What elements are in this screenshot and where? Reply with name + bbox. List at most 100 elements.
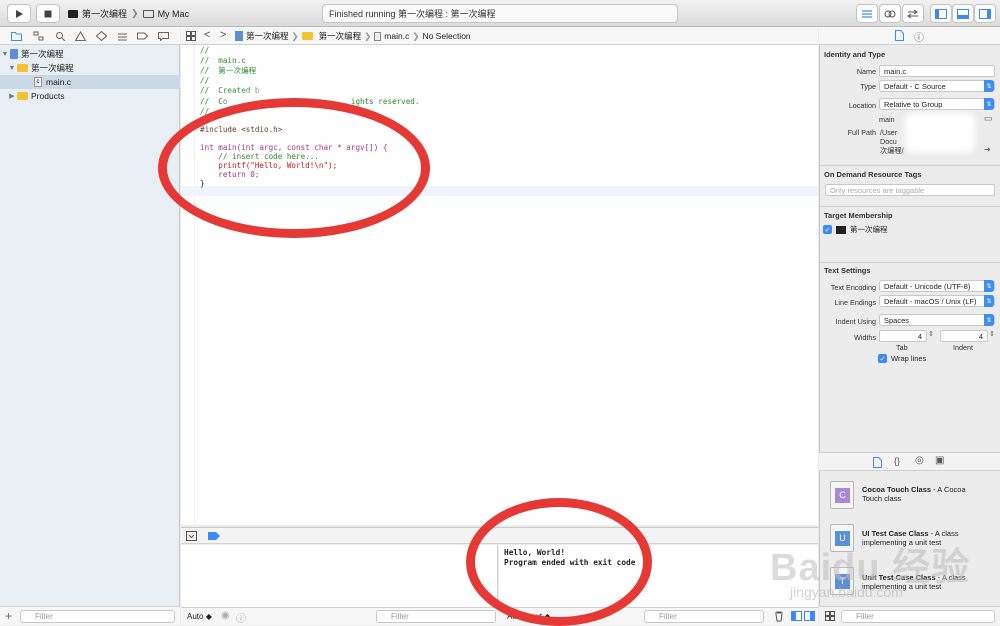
report-icon[interactable] <box>158 31 169 41</box>
c-file-icon: c <box>34 77 42 87</box>
filter-placeholder: Filter <box>391 612 409 621</box>
hide-debug-icon[interactable] <box>186 531 197 541</box>
popup-arrows-icon: ⇅ <box>984 295 994 307</box>
code-line: // 第一次编程 <box>200 66 257 75</box>
standard-editor-button[interactable] <box>856 4 878 23</box>
code-snippet-icon[interactable]: {} <box>894 456 900 466</box>
console-filter-input[interactable]: Filter <box>644 610 764 623</box>
nav-item-products[interactable]: ▶ Products <box>0 89 180 103</box>
disclosure-closed-icon[interactable]: ▶ <box>7 92 17 100</box>
auto-selector[interactable]: Auto ◆ <box>187 612 212 621</box>
line-endings-popup[interactable]: Default - macOS / Unix (LF) ⇅ <box>879 295 995 307</box>
back-icon[interactable]: < <box>204 29 210 41</box>
odr-placeholder: Only resources are taggable <box>830 185 925 195</box>
add-icon[interactable]: + <box>5 609 12 623</box>
rings-icon <box>884 10 896 17</box>
redaction-blur <box>258 80 338 94</box>
grid-icon[interactable] <box>186 31 196 41</box>
breadcrumb-item[interactable]: main.c <box>384 31 409 41</box>
toggle-inspector-button[interactable] <box>974 4 996 23</box>
breakpoint-icon[interactable] <box>137 31 148 41</box>
split-view-right-icon[interactable] <box>804 611 815 621</box>
fullpath-line: Docu <box>880 137 897 146</box>
tab-width-field[interactable]: 4 <box>879 330 927 342</box>
diamond-icon[interactable] <box>96 31 107 41</box>
line-endings-value: Default - macOS / Unix (LF) <box>884 296 977 306</box>
stepper-icon[interactable]: ⇕ <box>928 330 934 338</box>
version-editor-button[interactable] <box>902 4 924 23</box>
field-label: Location <box>848 101 876 110</box>
wrap-lines-checkbox[interactable]: ✓ Wrap lines <box>878 354 926 363</box>
breadcrumb-item[interactable]: No Selection <box>422 31 470 41</box>
divider <box>819 206 1000 207</box>
project-icon <box>235 31 243 41</box>
location-popup[interactable]: Relative to Group ⇅ <box>879 98 995 110</box>
disclosure-open-icon[interactable]: ▼ <box>7 65 17 72</box>
indent-using-popup[interactable]: Spaces ⇅ <box>879 314 995 326</box>
split-view-left-icon[interactable] <box>791 611 802 621</box>
baidu-watermark: Baidu 经验 <box>770 547 971 589</box>
stepper-icon[interactable]: ⇕ <box>989 330 995 338</box>
debug-gauge-icon[interactable] <box>117 31 128 41</box>
section-title: Text Settings <box>824 266 871 275</box>
object-library-icon[interactable]: ◎ <box>915 455 924 466</box>
library-selector-bar: {} ◎ ▣ <box>819 453 1000 471</box>
run-button[interactable] <box>7 4 31 23</box>
library-filter-input[interactable]: Filter <box>841 610 995 623</box>
stop-button[interactable] <box>36 4 60 23</box>
name-field[interactable]: main.c <box>879 65 995 77</box>
disclosure-open-icon[interactable]: ▼ <box>0 51 10 58</box>
warning-icon[interactable] <box>75 31 86 41</box>
section-title: On Demand Resource Tags <box>824 170 922 179</box>
breadcrumb-item[interactable]: 第一次编程 <box>319 30 362 42</box>
popup-arrows-icon: ⇅ <box>984 280 994 292</box>
toggle-navigator-button[interactable] <box>930 4 952 23</box>
file-inspector-icon[interactable] <box>895 30 904 41</box>
nav-item-project[interactable]: ▼ 第一次编程 <box>0 47 180 61</box>
library-item-desc: Touch class <box>862 494 902 503</box>
popup-arrows-icon: ⇅ <box>984 314 994 326</box>
hierarchy-icon[interactable] <box>33 31 44 41</box>
grid-view-icon[interactable] <box>825 611 835 621</box>
folder-icon[interactable]: ▭ <box>984 113 993 124</box>
type-popup[interactable]: Default - C Source ⇅ <box>879 80 995 92</box>
trash-icon[interactable] <box>774 611 784 622</box>
line-gutter <box>181 45 195 525</box>
forward-icon[interactable]: > <box>220 29 226 41</box>
project-icon <box>10 49 18 59</box>
target-membership-row[interactable]: ✓ 第一次编程 <box>823 224 888 235</box>
variables-filter-input[interactable]: Filter <box>376 610 496 623</box>
toggle-debug-button[interactable] <box>952 4 974 23</box>
encoding-popup[interactable]: Default - Unicode (UTF-8) ⇅ <box>879 280 995 292</box>
checkbox-checked-icon[interactable]: ✓ <box>823 225 832 234</box>
section-title: Target Membership <box>824 211 893 220</box>
library-item-cocoa-touch[interactable]: Cocoa Touch Class - A Cocoa <box>862 485 966 494</box>
c-file-icon <box>374 31 382 41</box>
scheme-device: My Mac <box>157 8 190 19</box>
file-template-icon[interactable] <box>873 457 882 468</box>
help-icon[interactable]: ⓘ <box>914 29 924 44</box>
reveal-arrow-icon[interactable]: ➔ <box>984 145 991 154</box>
toolbar: 第一次编程 ❯ My Mac Finished running 第一次编程 : … <box>0 0 1000 27</box>
cocoa-touch-class-icon: C <box>830 481 854 509</box>
breadcrumb-item[interactable]: 第一次编程 <box>246 30 289 42</box>
folder-icon[interactable] <box>11 31 22 41</box>
eye-icon[interactable]: ◉ <box>221 610 230 621</box>
code-line: // <box>200 46 210 55</box>
navigator-filter-input[interactable]: Filter <box>20 610 175 623</box>
search-icon[interactable] <box>55 31 66 41</box>
info-icon[interactable]: ⓘ <box>236 610 246 625</box>
tab-sublabel: Tab <box>896 343 908 352</box>
chevron-right-icon: ❯ <box>412 30 420 41</box>
nav-item-group[interactable]: ▼ 第一次编程 <box>0 61 180 75</box>
scheme-selector[interactable]: 第一次编程 ❯ My Mac <box>68 4 189 23</box>
resource-tags-field[interactable]: Only resources are taggable <box>825 184 995 196</box>
checkbox-checked-icon[interactable]: ✓ <box>878 354 887 363</box>
assistant-editor-button[interactable] <box>879 4 901 23</box>
nav-item-label: 第一次编程 <box>31 63 74 73</box>
mac-icon <box>142 9 154 18</box>
breakpoints-toggle-icon[interactable] <box>208 532 220 540</box>
indent-width-field[interactable]: 4 <box>940 330 988 342</box>
media-library-icon[interactable]: ▣ <box>935 455 944 466</box>
nav-item-main-c[interactable]: c main.c <box>0 75 180 89</box>
